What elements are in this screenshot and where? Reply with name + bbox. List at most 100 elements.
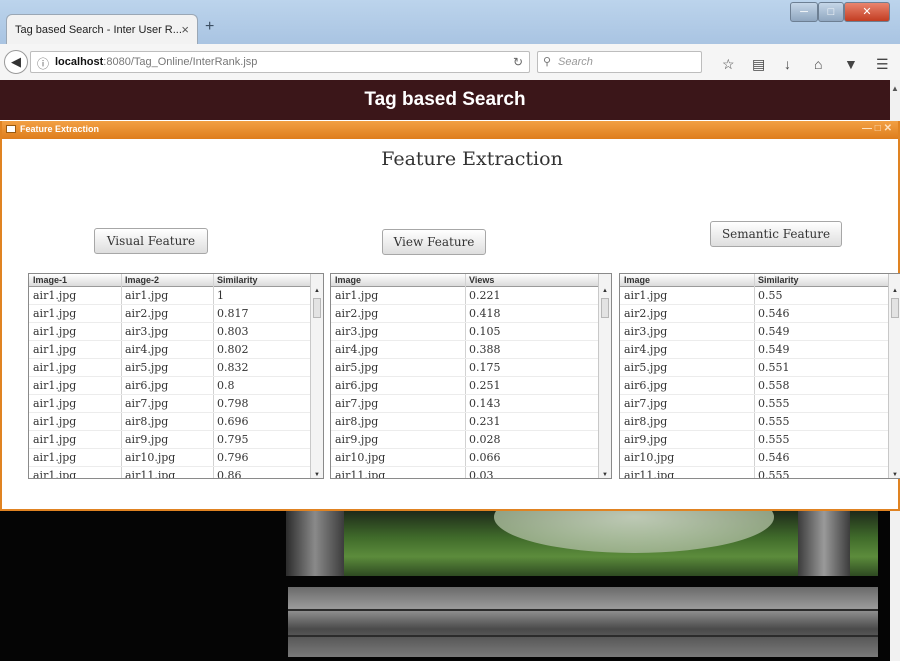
table-cell: 0.696 — [217, 415, 249, 428]
table-row[interactable]: air11.jpg 0.03 — [331, 467, 600, 478]
table-cell: air6.jpg — [125, 379, 169, 392]
table-cell: 0.803 — [217, 325, 249, 338]
column-header[interactable]: Image — [335, 275, 361, 285]
table-row[interactable]: air11.jpg 0.555 — [620, 467, 890, 478]
table-cell: 0.231 — [469, 415, 501, 428]
new-tab-icon[interactable]: + — [205, 18, 214, 36]
search-placeholder: Search — [558, 56, 593, 68]
table-row[interactable]: air1.jpg air9.jpg 0.795 — [29, 431, 312, 449]
table-row[interactable]: air3.jpg 0.105 — [331, 323, 600, 341]
visual-feature-button[interactable]: Visual Feature — [94, 228, 208, 254]
table-cell: air8.jpg — [335, 415, 379, 428]
scroll-up-icon[interactable]: ▲ — [314, 288, 320, 294]
table-row[interactable]: air1.jpg air4.jpg 0.802 — [29, 341, 312, 359]
download-icon[interactable]: ↓ — [784, 56, 791, 72]
scroll-thumb[interactable] — [891, 298, 899, 318]
hamburger-icon[interactable]: ☰ — [876, 56, 889, 73]
scroll-up-icon[interactable]: ▲ — [892, 288, 898, 294]
window-controls[interactable]: — □ ✕ — [862, 123, 892, 134]
java-window-icon — [6, 125, 16, 133]
column-header[interactable]: Image — [624, 275, 650, 285]
url-text: localhost:8080/Tag_Online/InterRank.jsp — [55, 56, 257, 68]
pocket-icon[interactable]: ▼ — [844, 56, 858, 72]
search-input[interactable]: ⚲ Search — [537, 51, 702, 73]
table-row[interactable]: air1.jpg air6.jpg 0.8 — [29, 377, 312, 395]
table-scrollbar[interactable]: ▲ ▼ — [310, 274, 323, 478]
window-minimize-button[interactable]: ─ — [790, 2, 818, 22]
view-feature-button[interactable]: View Feature — [382, 229, 486, 255]
table-scrollbar[interactable]: ▲ ▼ — [598, 274, 611, 478]
table-row[interactable]: air5.jpg 0.175 — [331, 359, 600, 377]
scroll-down-icon[interactable]: ▼ — [602, 472, 608, 478]
table-row[interactable]: air1.jpg air2.jpg 0.817 — [29, 305, 312, 323]
table-row[interactable]: air1.jpg 0.55 — [620, 287, 890, 305]
table-row[interactable]: air4.jpg 0.549 — [620, 341, 890, 359]
table-row[interactable]: air1.jpg air5.jpg 0.832 — [29, 359, 312, 377]
scroll-down-icon[interactable]: ▼ — [314, 472, 320, 478]
scroll-thumb[interactable] — [601, 298, 609, 318]
info-icon[interactable]: ⓘ — [37, 55, 49, 72]
browser-tab[interactable]: Tag based Search - Inter User R... × — [6, 14, 198, 44]
semantic-feature-table[interactable]: Image Similarity air1.jpg 0.55 air2.jpg 0.… — [619, 273, 900, 479]
semantic-feature-button[interactable]: Semantic Feature — [710, 221, 842, 247]
table-cell: air5.jpg — [624, 361, 668, 374]
visual-similarity-table[interactable]: Image-1 Image-2 Similarity air1.jpg air1.… — [28, 273, 324, 479]
table-row[interactable]: air2.jpg 0.546 — [620, 305, 890, 323]
tab-title: Tag based Search - Inter User R... — [15, 24, 182, 36]
table-cell: 0.86 — [217, 469, 242, 479]
column-header[interactable]: Similarity — [217, 275, 258, 285]
table-row[interactable]: air6.jpg 0.251 — [331, 377, 600, 395]
table-row[interactable]: air9.jpg 0.028 — [331, 431, 600, 449]
table-row[interactable]: air6.jpg 0.558 — [620, 377, 890, 395]
table-row[interactable]: air1.jpg air3.jpg 0.803 — [29, 323, 312, 341]
table-row[interactable]: air1.jpg air8.jpg 0.696 — [29, 413, 312, 431]
column-header[interactable]: Similarity — [758, 275, 799, 285]
table-cell: air7.jpg — [624, 397, 668, 410]
table-row[interactable]: air5.jpg 0.551 — [620, 359, 890, 377]
table-row[interactable]: air8.jpg 0.555 — [620, 413, 890, 431]
table-row[interactable]: air8.jpg 0.231 — [331, 413, 600, 431]
view-feature-table[interactable]: Image Views air1.jpg 0.221 air2.jpg 0.418 … — [330, 273, 612, 479]
table-row[interactable]: air7.jpg 0.143 — [331, 395, 600, 413]
url-host: localhost — [55, 56, 104, 68]
column-header[interactable]: Views — [469, 275, 494, 285]
table-row[interactable]: air2.jpg 0.418 — [331, 305, 600, 323]
table-row[interactable]: air9.jpg 0.555 — [620, 431, 890, 449]
reload-icon[interactable]: ↻ — [513, 55, 523, 69]
home-icon[interactable]: ⌂ — [814, 56, 822, 72]
clipboard-icon[interactable]: ▤ — [752, 56, 765, 73]
star-icon[interactable]: ☆ — [722, 56, 735, 73]
table-row[interactable]: air1.jpg air11.jpg 0.86 — [29, 467, 312, 479]
url-bar[interactable]: ⓘ localhost:8080/Tag_Online/InterRank.js… — [30, 51, 530, 73]
table-cell: 0.251 — [469, 379, 501, 392]
back-arrow-icon[interactable]: ◀ — [4, 50, 28, 74]
table-row[interactable]: air10.jpg 0.066 — [331, 449, 600, 467]
table-cell: air7.jpg — [125, 397, 169, 410]
scroll-thumb[interactable] — [313, 298, 321, 318]
column-header[interactable]: Image-2 — [125, 275, 159, 285]
window-close-button[interactable]: ✕ — [844, 2, 890, 22]
table-scrollbar[interactable]: ▲ ▼ — [888, 274, 900, 478]
table-cell: 0.028 — [469, 433, 501, 446]
table-cell: air1.jpg — [33, 361, 77, 374]
table-row[interactable]: air1.jpg 0.221 — [331, 287, 600, 305]
table-row[interactable]: air10.jpg 0.546 — [620, 449, 890, 467]
table-row[interactable]: air1.jpg air10.jpg 0.796 — [29, 449, 312, 467]
table-row[interactable]: air1.jpg air1.jpg 1 — [29, 287, 312, 305]
scroll-up-icon[interactable]: ▲ — [891, 84, 899, 93]
table-cell: 0.555 — [758, 433, 790, 446]
column-header[interactable]: Image-1 — [33, 275, 67, 285]
tab-close-icon[interactable]: × — [181, 22, 189, 37]
table-cell: air11.jpg — [125, 469, 176, 479]
table-row[interactable]: air1.jpg air7.jpg 0.798 — [29, 395, 312, 413]
scroll-up-icon[interactable]: ▲ — [602, 288, 608, 294]
table-row[interactable]: air4.jpg 0.388 — [331, 341, 600, 359]
table-cell: air2.jpg — [624, 307, 668, 320]
table-cell: air4.jpg — [125, 343, 169, 356]
table-row[interactable]: air3.jpg 0.549 — [620, 323, 890, 341]
table-body: air1.jpg 0.55 air2.jpg 0.546 air3.jpg 0.549… — [620, 287, 890, 478]
photo-line — [288, 609, 878, 611]
table-row[interactable]: air7.jpg 0.555 — [620, 395, 890, 413]
scroll-down-icon[interactable]: ▼ — [892, 472, 898, 478]
window-maximize-button[interactable]: □ — [818, 2, 844, 22]
